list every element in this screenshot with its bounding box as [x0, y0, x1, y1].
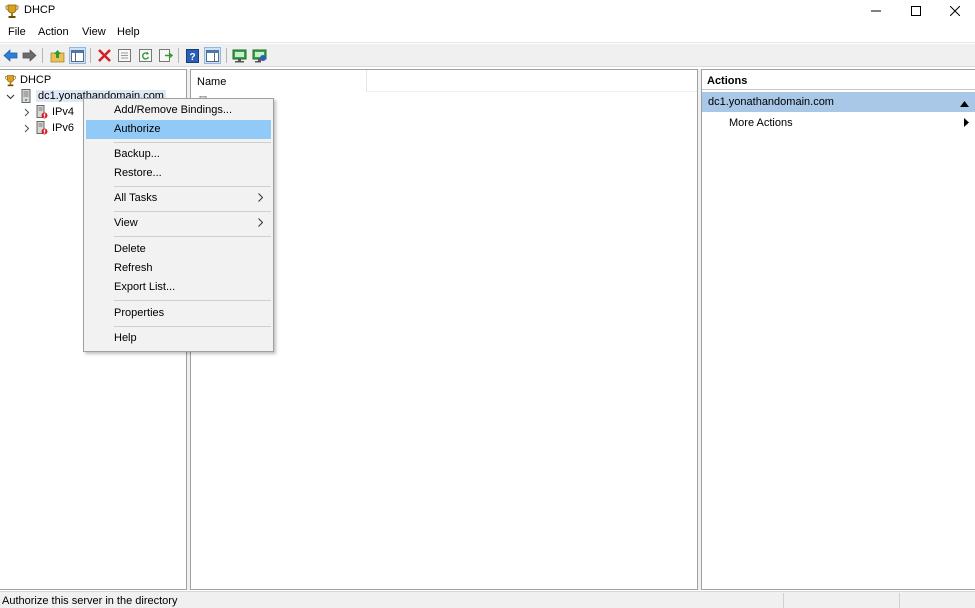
status-text: Authorize this server in the directory	[2, 595, 178, 607]
title-bar: DHCP	[0, 0, 975, 22]
svg-text:?: ?	[189, 52, 195, 63]
up-folder-icon[interactable]	[49, 47, 66, 64]
delete-icon[interactable]	[96, 47, 113, 64]
menu-bar: File Action View Help	[0, 23, 975, 43]
menu-item-label: Delete	[114, 243, 146, 255]
chevron-down-icon[interactable]	[5, 91, 15, 101]
collapse-up-icon[interactable]	[960, 98, 969, 110]
show-hide-action-pane-icon[interactable]	[204, 47, 221, 64]
menu-item-label: Export List...	[114, 281, 176, 293]
server-icon	[19, 89, 33, 103]
export-list-icon[interactable]	[157, 47, 174, 64]
close-button[interactable]	[935, 0, 975, 22]
column-header-name[interactable]: Name	[191, 70, 367, 92]
column-header-empty	[367, 70, 697, 92]
chevron-right-icon[interactable]	[21, 123, 31, 133]
server-authorize-icon[interactable]	[231, 47, 248, 64]
menu-item-label: Restore...	[114, 167, 162, 179]
status-cell	[783, 593, 784, 608]
maximize-button[interactable]	[896, 0, 936, 22]
actions-section-label: dc1.yonathandomain.com	[708, 96, 834, 108]
dhcp-trophy-icon	[4, 3, 20, 19]
toolbar: ?	[0, 44, 975, 67]
menu-item-add-remove-bindings[interactable]: Add/Remove Bindings...	[86, 101, 271, 120]
column-header-label: Name	[197, 76, 227, 88]
menu-separator	[114, 326, 271, 327]
menu-item-label: Properties	[114, 307, 165, 319]
menu-item-restore[interactable]: Restore...	[86, 164, 271, 183]
menu-item-refresh[interactable]: Refresh	[86, 259, 271, 278]
menu-item-all-tasks[interactable]: All Tasks	[86, 189, 271, 208]
menu-help[interactable]: Help	[117, 26, 140, 38]
menu-item-label: View	[114, 217, 138, 229]
ipv4-scope-icon	[35, 105, 49, 119]
menu-view[interactable]: View	[82, 26, 106, 38]
menu-item-label: Refresh	[114, 262, 153, 274]
tree-label-dhcp: DHCP	[20, 74, 52, 86]
chevron-right-icon[interactable]	[21, 107, 31, 117]
chevron-right-icon	[258, 218, 264, 230]
menu-file[interactable]: File	[8, 26, 26, 38]
menu-separator	[114, 186, 271, 187]
menu-item-label: Add/Remove Bindings...	[114, 104, 233, 116]
properties-icon[interactable]	[116, 47, 133, 64]
tree-node-ipv6[interactable]: IPv6	[21, 120, 74, 136]
actions-pane: Actions dc1.yonathandomain.com More Acti…	[701, 69, 975, 590]
menu-separator	[114, 211, 271, 212]
menu-action[interactable]: Action	[38, 26, 69, 38]
tree-node-dhcp[interactable]: DHCP	[3, 72, 51, 88]
menu-separator	[114, 236, 271, 237]
menu-item-properties[interactable]: Properties	[86, 304, 271, 323]
menu-item-label: All Tasks	[114, 192, 158, 204]
tree-label-ipv6: IPv6	[52, 122, 75, 134]
minimize-icon	[871, 10, 881, 12]
actions-header: Actions	[702, 70, 975, 90]
tree-label-ipv4: IPv4	[52, 106, 75, 118]
context-menu: Add/Remove Bindings... Authorize Backup.…	[83, 98, 274, 352]
show-hide-console-tree-icon[interactable]	[69, 47, 86, 64]
menu-item-delete[interactable]: Delete	[86, 240, 271, 259]
menu-item-help[interactable]: Help	[86, 329, 271, 348]
action-more-actions[interactable]: More Actions	[729, 117, 793, 129]
close-icon	[950, 6, 960, 16]
help-icon[interactable]: ?	[184, 47, 201, 64]
actions-title: Actions	[707, 75, 748, 87]
dhcp-trophy-icon	[3, 73, 17, 87]
maximize-icon	[911, 6, 921, 16]
menu-item-view[interactable]: View	[86, 214, 271, 233]
tree-node-ipv4[interactable]: IPv4	[21, 104, 74, 120]
refresh-icon[interactable]	[137, 47, 154, 64]
chevron-right-icon	[258, 193, 264, 205]
menu-item-label: Backup...	[114, 148, 160, 160]
ipv6-scope-icon	[35, 121, 49, 135]
forward-icon[interactable]	[21, 47, 38, 64]
server-manage-icon[interactable]	[251, 47, 268, 64]
menu-separator	[114, 142, 271, 143]
menu-item-label: Authorize	[114, 123, 161, 135]
menu-item-label: Help	[114, 332, 137, 344]
window-title: DHCP	[24, 4, 56, 16]
menu-item-authorize[interactable]: Authorize	[86, 120, 271, 139]
submenu-arrow-icon	[964, 118, 969, 130]
menu-separator	[114, 300, 271, 301]
menu-item-export-list[interactable]: Export List...	[86, 278, 271, 297]
status-bar: Authorize this server in the directory	[0, 591, 975, 608]
actions-section-server[interactable]: dc1.yonathandomain.com	[702, 92, 975, 112]
back-icon[interactable]	[2, 47, 19, 64]
menu-item-backup[interactable]: Backup...	[86, 145, 271, 164]
status-cell	[899, 593, 900, 608]
minimize-button[interactable]	[856, 0, 896, 22]
